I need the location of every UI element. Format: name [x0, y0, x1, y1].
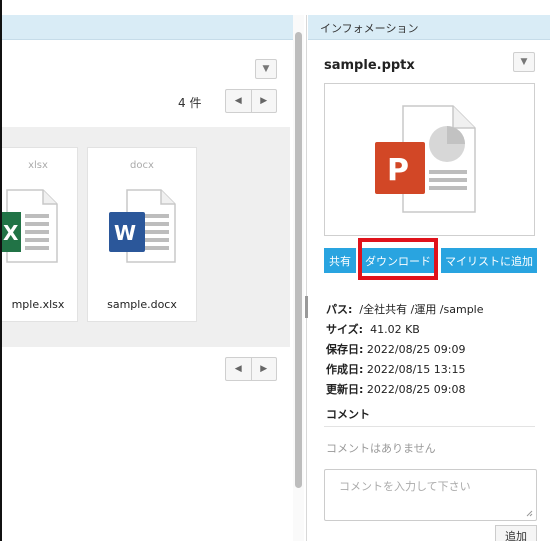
window-edge: [0, 0, 2, 541]
top-pager: ◀ ▶: [225, 89, 277, 113]
arrow-right-icon[interactable]: ▶: [252, 90, 277, 112]
add-comment-button[interactable]: 追加: [495, 525, 537, 541]
info-header-title: インフォメーション: [320, 22, 419, 35]
file-ext-label: xlsx: [28, 160, 48, 171]
excel-file-icon: X: [0, 189, 58, 263]
add-to-mylist-button[interactable]: マイリストに追加: [441, 248, 537, 273]
file-card-docx[interactable]: docx W sample.docx: [87, 147, 197, 322]
meta-updated-value: 2022/08/25 09:08: [366, 383, 466, 396]
bottom-pager: ◀ ▶: [225, 357, 277, 381]
info-header: インフォメーション: [308, 15, 550, 40]
comments-divider: [324, 426, 535, 427]
svg-text:W: W: [114, 221, 136, 245]
download-highlight-box: [358, 238, 438, 280]
file-name: sample.docx: [107, 298, 177, 311]
svg-text:X: X: [3, 221, 19, 245]
meta-size-label: サイズ:: [326, 323, 364, 336]
svg-text:P: P: [387, 153, 409, 188]
file-actions-dropdown[interactable]: ▼: [513, 52, 535, 72]
no-comments-text: コメントはありません: [326, 442, 436, 455]
chevron-down-icon: ▼: [262, 64, 270, 74]
share-button[interactable]: 共有: [324, 248, 356, 273]
meta-created: 作成日: 2022/08/15 13:15: [326, 361, 466, 377]
file-card-xlsx[interactable]: xlsx X mple.xlsx: [0, 147, 78, 322]
meta-saved-label: 保存日:: [326, 343, 364, 356]
pane-divider[interactable]: [306, 15, 307, 541]
arrow-right-icon[interactable]: ▶: [252, 358, 277, 380]
view-options-dropdown[interactable]: ▼: [255, 59, 277, 79]
scrollbar-thumb[interactable]: [295, 32, 302, 488]
meta-path-label: パス:: [326, 303, 353, 316]
comments-title: コメント: [326, 408, 370, 421]
powerpoint-file-icon: P: [375, 105, 476, 213]
meta-created-value: 2022/08/15 13:15: [366, 363, 466, 376]
comment-placeholder: コメントを入力して下さい: [339, 480, 471, 493]
word-file-icon: W: [109, 189, 176, 263]
meta-path: パス: /全社共有 /運用 /sample: [326, 301, 484, 317]
file-preview: P: [324, 83, 535, 236]
arrow-left-icon[interactable]: ◀: [226, 358, 252, 380]
chevron-down-icon: ▼: [520, 57, 528, 67]
meta-created-label: 作成日:: [326, 363, 364, 376]
file-list-header: [0, 15, 293, 40]
meta-size-value: 41.02 KB: [370, 323, 420, 336]
file-name: mple.xlsx: [11, 298, 65, 311]
info-pane: インフォメーション sample.pptx ▼ P 共有 ダウンロード マイリス…: [308, 15, 550, 541]
meta-size: サイズ: 41.02 KB: [326, 321, 420, 337]
meta-saved-value: 2022/08/25 09:09: [366, 343, 466, 356]
arrow-left-icon[interactable]: ◀: [226, 90, 252, 112]
info-file-name: sample.pptx: [324, 58, 415, 73]
meta-saved: 保存日: 2022/08/25 09:09: [326, 341, 466, 357]
file-count: 4 件: [178, 96, 202, 110]
file-list-pane: ▼ 4 件 ◀ ▶ xlsx X mple.xlsx docx W sample…: [0, 0, 307, 541]
resize-handle-icon[interactable]: [526, 510, 533, 517]
meta-updated-label: 更新日:: [326, 383, 364, 396]
file-ext-label: docx: [130, 160, 154, 171]
meta-updated: 更新日: 2022/08/25 09:08: [326, 381, 466, 397]
comment-input[interactable]: コメントを入力して下さい: [324, 469, 537, 521]
app-frame: ▼ 4 件 ◀ ▶ xlsx X mple.xlsx docx W sample…: [0, 0, 550, 541]
meta-path-value: /全社共有 /運用 /sample: [359, 303, 484, 316]
